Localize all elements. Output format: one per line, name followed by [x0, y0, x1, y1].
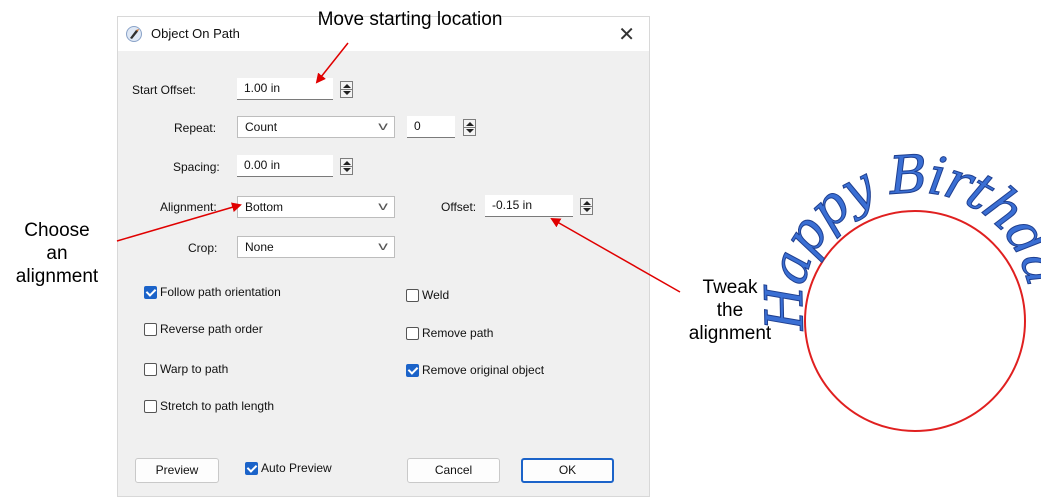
path-circle — [804, 210, 1026, 432]
curved-text: Happy Birthday — [0, 0, 1041, 332]
happy-birthday-preview: Happy Birthday — [0, 0, 1041, 432]
curved-text-path: Happy Birthday — [0, 0, 1041, 333]
